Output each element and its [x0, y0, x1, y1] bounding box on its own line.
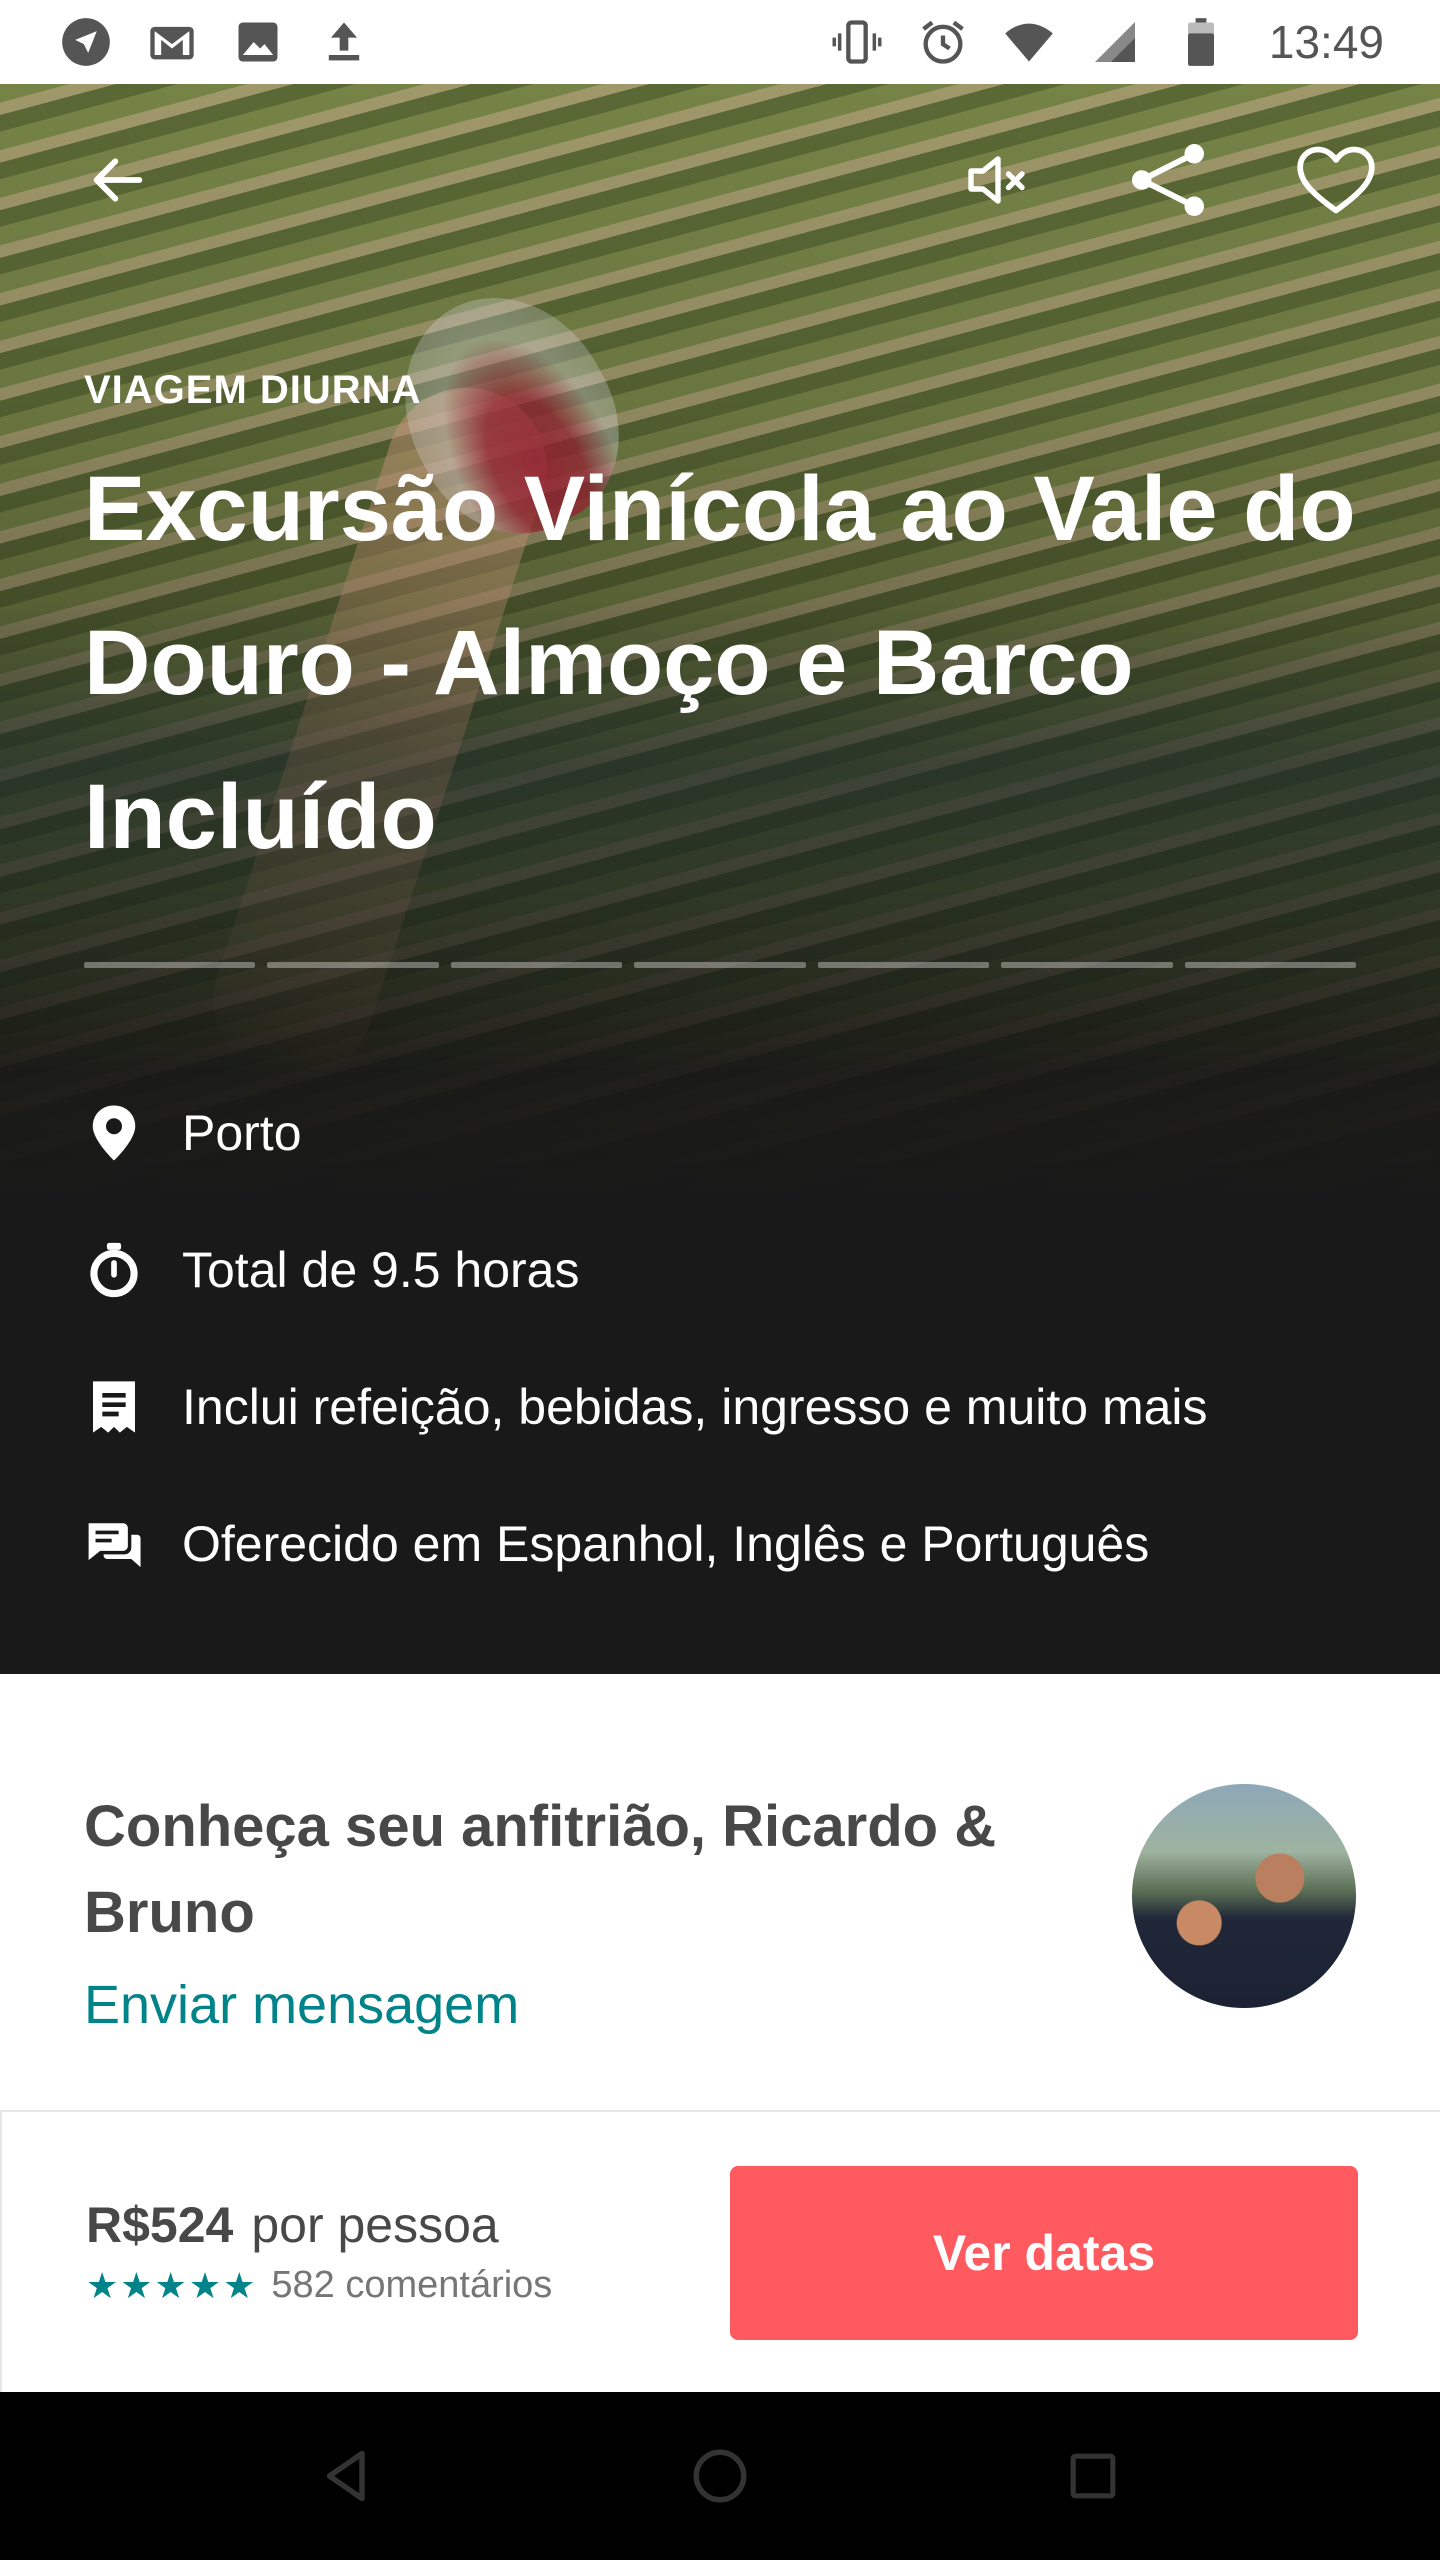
feature-languages: Oferecido em Espanhol, Inglês e Portuguê… — [84, 1475, 1384, 1612]
feature-text: Oferecido em Espanhol, Inglês e Portuguê… — [182, 1515, 1150, 1572]
host-section: Conheça seu anfitrião, Ricardo & Bruno E… — [0, 1674, 1440, 2110]
signal-icon — [1089, 16, 1141, 68]
back-arrow-icon — [93, 158, 143, 202]
host-title: Conheça seu anfitrião, Ricardo & Bruno — [84, 1794, 997, 1945]
feature-text: Inclui refeição, bebidas, ingresso e mui… — [182, 1378, 1208, 1435]
progress-segment — [450, 962, 623, 968]
alarm-icon — [917, 16, 969, 68]
progress-segment — [1184, 962, 1356, 968]
status-bar: 13:49 — [0, 0, 1440, 84]
progress-segment — [1001, 962, 1173, 968]
review-count: 582 comentários — [271, 2264, 553, 2306]
host-avatar[interactable] — [1132, 1784, 1356, 2008]
battery-icon — [1175, 16, 1227, 68]
feature-duration: Total de 9.5 horas — [84, 1201, 1384, 1338]
status-right-icons: 13:49 — [831, 15, 1384, 69]
gmail-icon — [146, 16, 198, 68]
booking-bar: R$524 por pessoa ★★★★★ 582 comentários V… — [0, 2110, 1440, 2392]
share-button[interactable] — [1118, 130, 1218, 230]
system-nav-bar — [0, 2392, 1440, 2560]
status-left-icons — [60, 16, 370, 68]
receipt-icon — [84, 1377, 144, 1437]
save-wishlist-button[interactable] — [1286, 130, 1386, 230]
home-circle-icon — [693, 2449, 747, 2503]
chat-bubbles-icon — [84, 1514, 144, 1574]
share-icon — [1132, 144, 1204, 216]
see-dates-button[interactable]: Ver datas — [730, 2166, 1358, 2340]
price-unit: por pessoa — [251, 2197, 499, 2253]
feature-includes: Inclui refeição, bebidas, ingresso e mui… — [84, 1338, 1384, 1475]
mute-button[interactable] — [948, 130, 1048, 230]
recents-square-icon — [1070, 2453, 1116, 2499]
nav-home-button[interactable] — [660, 2416, 780, 2536]
vibrate-icon — [831, 16, 883, 68]
top-action-bar — [0, 130, 1440, 230]
send-message-link[interactable]: Enviar mensagem — [84, 1974, 519, 2036]
progress-segment — [84, 962, 256, 968]
experience-category: VIAGEM DIURNA — [84, 368, 422, 412]
rating-stars-icon: ★★★★★ — [86, 2264, 258, 2306]
feature-location: Porto — [84, 1064, 1384, 1201]
story-progress-bar — [84, 962, 1356, 968]
nav-back-button[interactable] — [287, 2416, 407, 2536]
nav-recents-button[interactable] — [1033, 2416, 1153, 2536]
experience-title: Excursão Vinícola ao Vale do Douro - Alm… — [84, 458, 1356, 868]
navigation-icon — [60, 16, 112, 68]
timer-icon — [84, 1240, 144, 1300]
rating-line: ★★★★★ 582 comentários — [86, 2264, 552, 2307]
progress-segment — [634, 962, 806, 968]
status-time: 13:49 — [1268, 16, 1384, 68]
heart-icon — [1297, 146, 1375, 214]
wifi-icon — [1003, 16, 1055, 68]
upload-icon — [318, 16, 370, 68]
back-button[interactable] — [68, 130, 168, 230]
feature-text: Porto — [182, 1104, 302, 1161]
progress-segment — [817, 962, 990, 968]
mute-icon — [968, 156, 1025, 204]
back-triangle-icon — [326, 2450, 365, 2502]
experience-features: Porto Total de 9.5 horas Inclui refeição… — [84, 1064, 1384, 1612]
image-icon — [232, 16, 284, 68]
price-line: R$524 por pessoa — [86, 2196, 499, 2254]
feature-text: Total de 9.5 horas — [182, 1241, 580, 1298]
location-pin-icon — [84, 1103, 144, 1163]
progress-segment — [267, 962, 439, 968]
price: R$524 — [86, 2197, 234, 2253]
